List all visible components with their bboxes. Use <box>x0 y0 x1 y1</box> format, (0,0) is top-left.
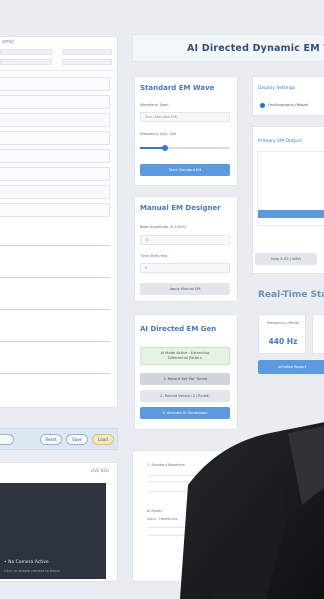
left-field[interactable] <box>0 203 110 217</box>
snap-id-button[interactable]: Snap & ID: (.WAV) <box>255 253 317 265</box>
camera-status: • No Camera Active <box>4 560 49 565</box>
frequency-slider[interactable] <box>140 145 230 151</box>
doc-line: AI Model: <box>147 509 163 513</box>
frequency-slider-handle[interactable] <box>162 145 169 151</box>
left-field[interactable] <box>0 95 110 109</box>
initialize-report-button[interactable]: Initialize Report <box>258 360 324 374</box>
card-title: Display Settings <box>258 86 296 91</box>
page-title: AI Directed Dynamic EM T <box>187 43 324 54</box>
display-settings-card: Display Settings Oscillography (Wave) <box>252 76 324 116</box>
left-field[interactable] <box>0 113 110 127</box>
timeshift-input[interactable]: 0 <box>140 263 230 273</box>
camera-screen[interactable]: • No Camera Active Click to enable camer… <box>0 483 106 579</box>
amplitude-label: Base Amplitude (0-100%): <box>140 225 188 229</box>
card-title: Primary EM Output <box>258 139 302 144</box>
primary-output-waveform <box>258 210 324 218</box>
app-header: AI Directed Dynamic EM T <box>132 34 324 62</box>
left-tab[interactable] <box>62 59 112 65</box>
left-chart-axis <box>0 341 110 342</box>
stat-value: 440 Hz <box>268 337 298 346</box>
standard-em-card: Standard EM Wave Waveform Type: Sine (St… <box>134 76 238 186</box>
start-standard-em-button[interactable]: Start Standard EM <box>140 164 230 176</box>
manual-em-card: Manual EM Designer Base Amplitude (0-100… <box>134 196 238 302</box>
left-tab[interactable] <box>0 59 52 65</box>
radio-oscillography[interactable] <box>260 103 265 108</box>
left-chart-axis <box>0 245 110 246</box>
reset-button[interactable]: Reset <box>40 434 62 445</box>
ai-status-line: Differential Pattern <box>167 356 203 360</box>
record-set-button[interactable]: 1. Record Set 'No' Tuned <box>140 373 230 385</box>
waveform-label: Waveform Type: <box>140 103 169 107</box>
card-title: Standard EM Wave <box>140 84 215 92</box>
toolbar-button[interactable] <box>0 434 14 445</box>
left-panel: amic <box>0 36 118 408</box>
load-button[interactable]: Load <box>92 434 114 445</box>
left-field[interactable] <box>0 77 110 91</box>
stat-label: Am <box>313 320 324 325</box>
radio-label: Oscillography (Wave) <box>268 102 309 107</box>
left-panel-header: amic <box>0 37 117 71</box>
stat-card: Frequency (Peak) 440 Hz <box>258 314 306 354</box>
left-chart-axis <box>0 373 110 374</box>
presenter-image <box>180 422 324 599</box>
ai-status-line: AI Mode Active - Extracting <box>160 351 210 355</box>
app-window: amic Reset Save Load LIVE EEG • No Camer… <box>0 0 324 599</box>
waveform-select[interactable]: Sine (Standard EM) <box>140 112 230 122</box>
stats-title: Real-Time Statis <box>258 290 324 300</box>
primary-output-chart <box>257 151 324 226</box>
apply-manual-em-button[interactable]: Apply Manual EM <box>140 283 230 295</box>
stat-card: Am 0 <box>312 314 324 354</box>
timeshift-label: Time Shift (ms): <box>140 254 169 258</box>
left-toolbar: Reset Save Load <box>0 428 118 450</box>
card-title: AI Directed EM Gen <box>140 325 217 333</box>
live-badge: LIVE EEG <box>90 468 109 473</box>
camera-hint: Click to enable camera to begin <box>4 569 60 573</box>
ai-status-banner: AI Mode Active - Extracting Differential… <box>140 347 230 365</box>
left-field[interactable] <box>0 131 110 145</box>
save-button[interactable]: Save <box>66 434 88 445</box>
amplitude-input[interactable]: 50 <box>140 235 230 245</box>
left-chart-axis <box>0 277 110 278</box>
primary-output-card: Primary EM Output Snap & ID: (.WAV) <box>252 126 324 274</box>
left-tab[interactable] <box>0 49 52 55</box>
left-panel-title: amic <box>2 39 15 45</box>
stat-label: Frequency (Peak) <box>266 320 300 325</box>
left-field[interactable] <box>0 185 110 199</box>
camera-panel: LIVE EEG • No Camera Active Click to ena… <box>0 462 118 582</box>
left-tab[interactable] <box>62 49 112 55</box>
card-title: Manual EM Designer <box>140 204 221 212</box>
frequency-label: Frequency (Hz): 440 <box>140 132 177 136</box>
left-chart-axis <box>0 309 110 310</box>
left-field[interactable] <box>0 149 110 163</box>
left-field[interactable] <box>0 167 110 181</box>
stat-value: 0 <box>313 337 324 346</box>
